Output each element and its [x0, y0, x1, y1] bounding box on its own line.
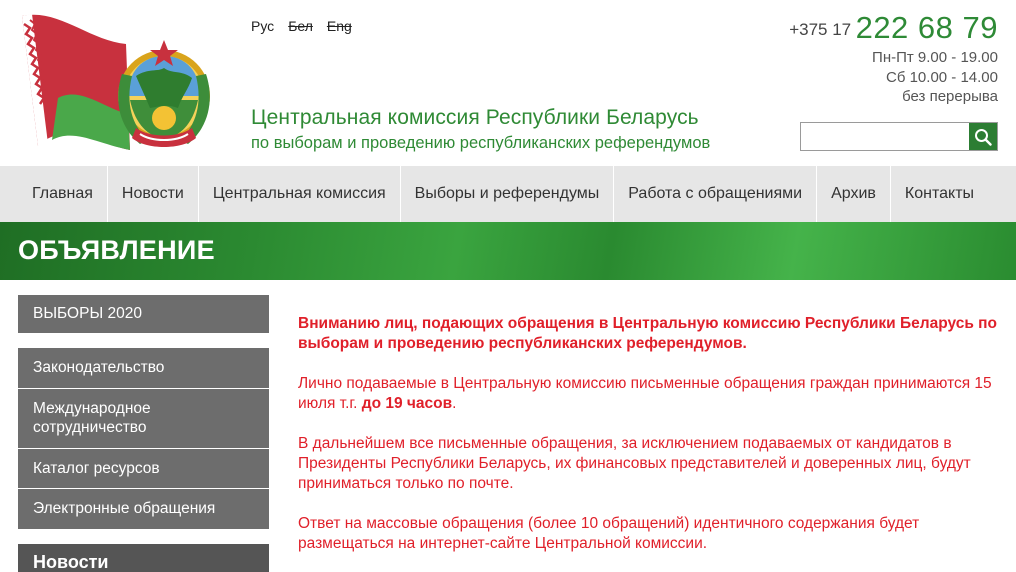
nav-item-contacts[interactable]: Контакты: [889, 166, 988, 222]
search-icon: [975, 128, 992, 146]
nav-item-commission[interactable]: Центральная комиссия: [197, 166, 400, 222]
p1-end: .: [452, 395, 457, 412]
state-emblem-logo[interactable]: [18, 10, 214, 156]
announcement-paragraph-1: Лично подаваемые в Центральную комиссию …: [298, 374, 998, 414]
search-button[interactable]: [969, 123, 997, 150]
announcement-content: Вниманию лиц, подающих обращения в Центр…: [298, 314, 998, 572]
phone-number[interactable]: 222 68 79: [856, 10, 998, 45]
main-nav: Главная Новости Центральная комиссия Выб…: [0, 166, 1016, 222]
hours-note: без перерыва: [902, 88, 998, 105]
nav-item-elections[interactable]: Выборы и референдумы: [399, 166, 614, 222]
phone-code: +375 17: [789, 20, 852, 39]
sidebar-news-heading[interactable]: Новости: [18, 543, 269, 572]
nav-item-home[interactable]: Главная: [18, 166, 107, 222]
sidebar-item-elections-2020[interactable]: ВЫБОРЫ 2020: [18, 295, 269, 334]
language-switcher: Рус Бел Eng: [251, 18, 352, 34]
nav-item-appeals[interactable]: Работа с обращениями: [613, 166, 816, 222]
announcement-paragraph-2: В дальнейшем все письменные обращения, з…: [298, 435, 971, 492]
announcement-lead: Вниманию лиц, подающих обращения в Центр…: [298, 315, 998, 352]
sidebar-item-legislation[interactable]: Законодательство: [18, 348, 269, 389]
sidebar-item-resources[interactable]: Каталог ресурсов: [18, 448, 269, 489]
hours-saturday: Сб 10.00 - 14.00: [886, 68, 998, 86]
p1-deadline: до 19 часов: [361, 395, 453, 412]
sidebar-item-e-appeals[interactable]: Электронные обращения: [18, 489, 269, 530]
lang-rus[interactable]: Рус: [251, 18, 274, 34]
announcement-paragraph-3: Ответ на массовые обращения (более 10 об…: [298, 515, 920, 552]
nav-item-news[interactable]: Новости: [106, 166, 198, 222]
lang-bel[interactable]: Бел: [288, 18, 313, 34]
sidebar-item-international[interactable]: Международное сотрудничество: [18, 388, 269, 449]
site-subtitle[interactable]: по выборам и проведению республиканских …: [251, 134, 710, 153]
hours-weekdays: Пн-Пт 9.00 - 19.00: [872, 49, 998, 66]
page-banner: ОБЪЯВЛЕНИЕ: [0, 222, 1016, 280]
nav-item-archive[interactable]: Архив: [816, 166, 890, 222]
site-header: Рус Бел Eng Центральная комиссия Республ…: [0, 0, 1016, 166]
phone-block: +375 17 222 68 79: [789, 10, 998, 46]
site-title[interactable]: Центральная комиссия Республики Беларусь: [251, 106, 699, 130]
search-box: [800, 122, 998, 151]
sidebar: ВЫБОРЫ 2020 Законодательство Международн…: [18, 295, 269, 572]
search-input[interactable]: [801, 123, 969, 150]
lang-eng[interactable]: Eng: [327, 18, 352, 34]
working-hours: Пн-Пт 9.00 - 19.00 Сб 10.00 - 14.00 без …: [872, 48, 998, 107]
sidebar-menu: Законодательство Международное сотруднич…: [18, 348, 269, 530]
page-title: ОБЪЯВЛЕНИЕ: [18, 235, 215, 265]
